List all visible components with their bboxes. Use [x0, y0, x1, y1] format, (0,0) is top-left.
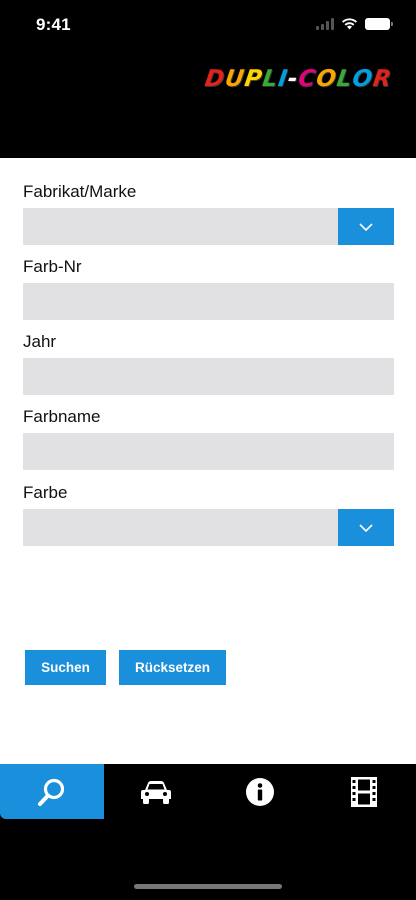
status-time: 9:41 [36, 15, 71, 34]
color-number-label: Farb-Nr [23, 257, 82, 276]
search-icon [38, 778, 65, 806]
color-label: Farbe [23, 483, 68, 502]
tab-info[interactable] [208, 764, 312, 819]
reset-button[interactable]: Rücksetzen [119, 650, 226, 685]
cellular-signal-icon [316, 17, 334, 30]
tab-vehicle[interactable] [104, 764, 208, 819]
info-icon [246, 777, 274, 806]
film-icon [351, 776, 377, 807]
color-name-label: Farbname [23, 407, 101, 426]
tab-videos[interactable] [312, 764, 416, 819]
home-indicator[interactable] [134, 884, 282, 889]
wifi-icon [342, 18, 357, 30]
search-form: Fabrikat/Marke Farb-Nr Jahr Farbname Far… [0, 158, 416, 764]
year-label: Jahr [23, 332, 57, 351]
logo-letter: R [371, 66, 394, 92]
dupli-color-logo: DUPLI-COLOR [203, 66, 393, 92]
car-icon [141, 780, 171, 804]
chevron-down-icon [359, 523, 373, 532]
status-bar: 9:41 [0, 0, 416, 50]
brand-select[interactable] [23, 208, 394, 245]
search-button[interactable]: Suchen [25, 650, 106, 685]
tab-search[interactable] [0, 764, 104, 819]
tab-bar [0, 764, 416, 819]
battery-icon [365, 17, 393, 30]
brand-label: Fabrikat/Marke [23, 182, 137, 201]
brand-dropdown-button[interactable] [338, 208, 394, 245]
color-dropdown-button[interactable] [338, 509, 394, 546]
chevron-down-icon [359, 222, 373, 231]
color-name-field[interactable] [23, 433, 394, 470]
color-select[interactable] [23, 509, 394, 546]
year-field[interactable] [23, 358, 394, 395]
status-icons [316, 17, 393, 30]
color-number-field[interactable] [23, 283, 394, 320]
